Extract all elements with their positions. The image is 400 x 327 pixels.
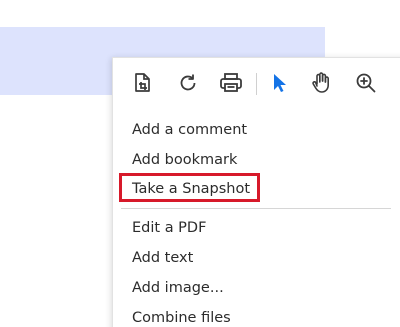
- menu-item-add-bookmark[interactable]: Add bookmark: [132, 147, 237, 173]
- quick-tools-toolbar: [113, 58, 400, 110]
- zoom-in-icon[interactable]: [353, 70, 379, 96]
- print-icon[interactable]: [218, 70, 244, 96]
- viewer-canvas: Add a comment Add bookmark Take a Snapsh…: [0, 0, 400, 327]
- select-cursor-icon[interactable]: [266, 70, 292, 96]
- rotate-icon[interactable]: [175, 70, 201, 96]
- toolbar-separator: [256, 73, 257, 95]
- menu-item-combine-files[interactable]: Combine files: [132, 305, 231, 327]
- menu-item-add-text[interactable]: Add text: [132, 245, 193, 271]
- menu-item-add-image[interactable]: Add image...: [132, 275, 224, 301]
- menu-item-edit-pdf[interactable]: Edit a PDF: [132, 215, 206, 241]
- hand-tool-icon[interactable]: [308, 70, 334, 96]
- menu-divider: [121, 208, 391, 209]
- snapshot-highlight-box: [119, 173, 260, 202]
- page-crop-icon[interactable]: [130, 70, 156, 96]
- menu-item-add-comment[interactable]: Add a comment: [132, 117, 247, 143]
